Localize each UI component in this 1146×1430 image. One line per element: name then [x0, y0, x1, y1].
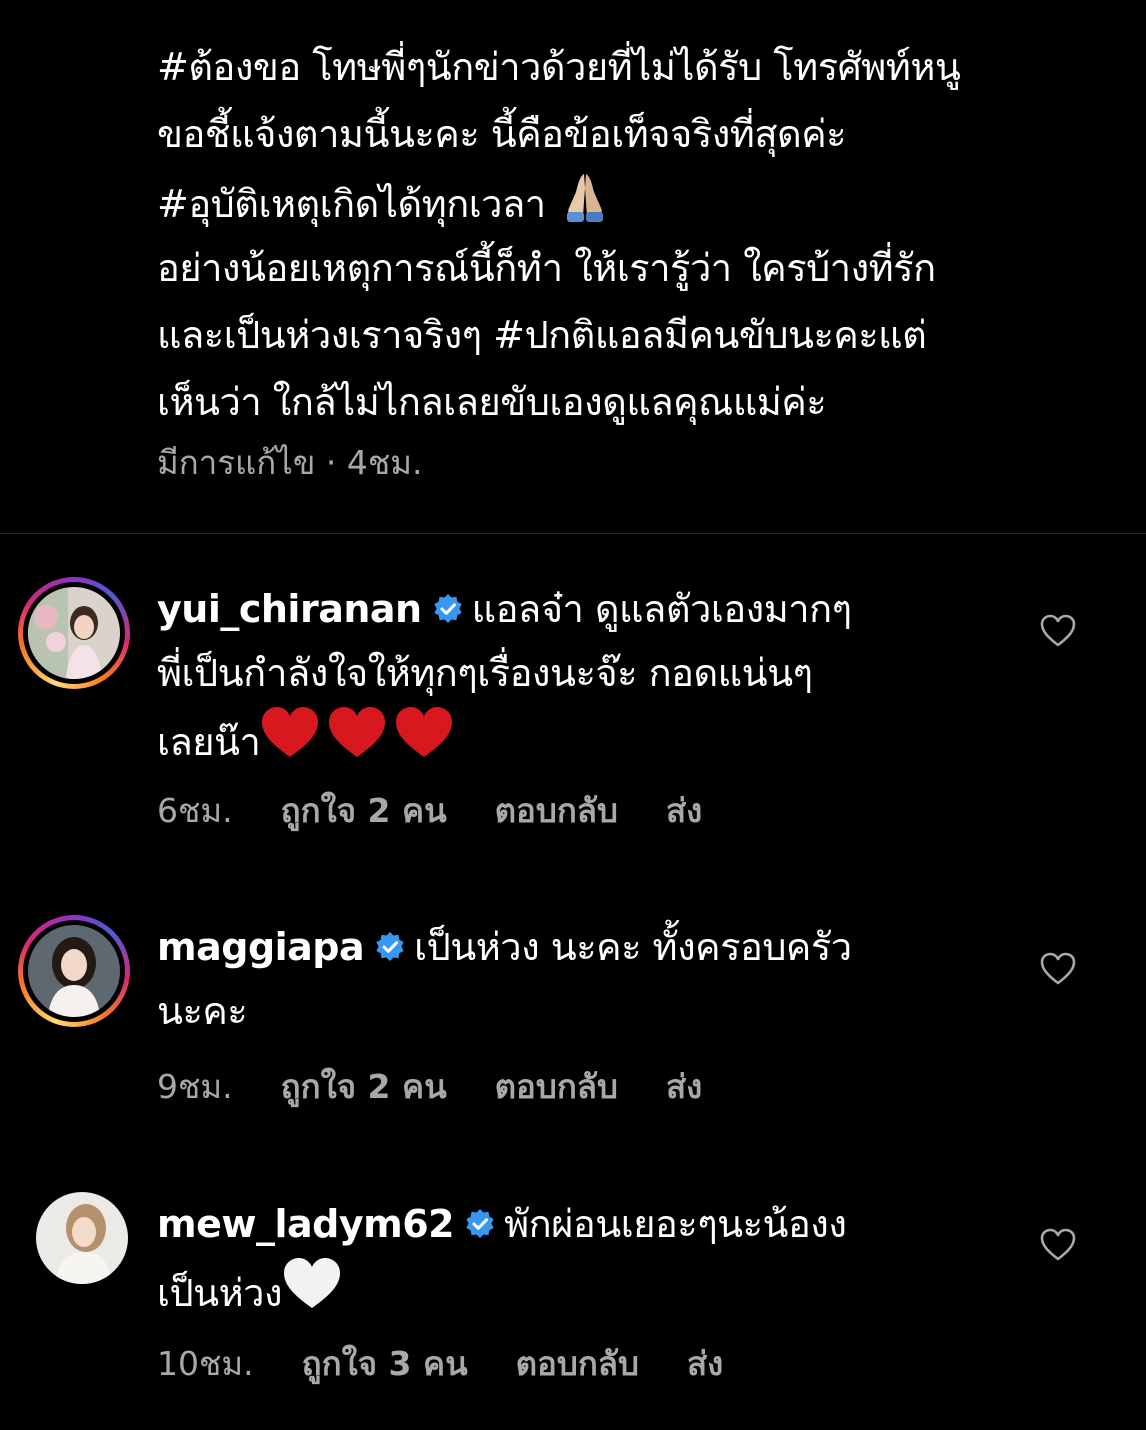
- caption-line-2: ขอชี้แจ้งตามนี้นะคะ นี้คือข้อเท็จจริงที่…: [157, 112, 847, 156]
- caption-line-5: และเป็นห่วงเราจริงๆ #ปกติแอลมีคนขับนะคะแ…: [157, 313, 927, 357]
- comment-time: 6ชม.: [157, 791, 233, 830]
- comment-text: เป็นห่วง นะคะ ทั้งครอบครัว: [414, 925, 852, 969]
- caption-line-4: อย่างน้อยเหตุการณ์นี้ก็ทำ ให้เรารู้ว่า ใ…: [157, 246, 936, 290]
- comment-mew-ladym62: mew_ladym62 พักผ่อนเยอะๆนะน้องง เป็นห่วง: [157, 1192, 977, 1320]
- avatar-maggiapa[interactable]: [18, 915, 130, 1027]
- comment-username[interactable]: maggiapa: [157, 925, 365, 969]
- comment-username[interactable]: yui_chiranan: [157, 587, 422, 631]
- send-button[interactable]: ส่ง: [687, 1337, 723, 1390]
- comment-likes[interactable]: ถูกใจ 3 คน: [302, 1337, 468, 1390]
- comment-text-line-1: yui_chiranan แอลจ๋า ดูแลตัวเองมากๆ: [157, 577, 977, 641]
- avatar-yui-chiranan[interactable]: [18, 577, 130, 689]
- reply-button[interactable]: ตอบกลับ: [516, 1337, 639, 1390]
- verified-badge-icon: [374, 918, 406, 982]
- comment-likes[interactable]: ถูกใจ 2 คน: [281, 784, 447, 837]
- caption-line-6: เห็นว่า ใกล้ไม่ไกลเลยขับเองดูแลคุณแม่ค่ะ: [157, 380, 827, 424]
- comment-text-line-3: เลยน๊า: [157, 705, 977, 769]
- like-heart-icon[interactable]: [1040, 952, 1076, 986]
- comment-yui-chiranan: yui_chiranan แอลจ๋า ดูแลตัวเองมากๆ พี่เป็…: [157, 577, 977, 769]
- comment-meta-row: 10ชม. ถูกใจ 3 คน ตอบกลับ ส่ง: [157, 1337, 771, 1390]
- comment-time: 10ชม.: [157, 1344, 254, 1383]
- comment-text-line-2: นะคะ: [157, 989, 248, 1033]
- comment-meta-row: 9ชม. ถูกใจ 2 คน ตอบกลับ ส่ง: [157, 1060, 750, 1113]
- post-caption: #ต้องขอ โทษพี่ๆนักข่าวด้วยที่ไม่ได้รับ โ…: [157, 34, 1107, 436]
- red-heart-icon: [260, 705, 460, 780]
- comment-text-line-1: maggiapa เป็นห่วง นะคะ ทั้งครอบครัว: [157, 915, 977, 979]
- verified-badge-icon: [432, 580, 464, 644]
- comment-text-line-2: พี่เป็นกำลังใจให้ทุกๆเรื่องนะจ๊ะ กอดแน่น…: [157, 651, 813, 695]
- caption-meta: มีการแก้ไข · 4ชม.: [157, 443, 423, 482]
- comment-text-line-2: เป็นห่วง: [157, 1256, 977, 1320]
- white-heart-icon: [282, 1256, 342, 1331]
- caption-line-3: #อุบัติเหตุเกิดได้ทุกเวลา: [157, 168, 1107, 235]
- send-button[interactable]: ส่ง: [666, 1060, 702, 1113]
- comment-text: แอลจ๋า ดูแลตัวเองมากๆ: [471, 587, 852, 631]
- comment-text-end: เลยน๊า: [157, 720, 261, 764]
- comment-time: 9ชม.: [157, 1067, 233, 1106]
- folded-hands-icon: [557, 168, 613, 245]
- comment-maggiapa: maggiapa เป็นห่วง นะคะ ทั้งครอบครัว นะคะ: [157, 915, 977, 1043]
- caption-hashtag[interactable]: #อุบัติเหตุเกิดได้ทุกเวลา: [157, 182, 546, 226]
- comment-username[interactable]: mew_ladym62: [157, 1202, 455, 1246]
- comment-text-end: เป็นห่วง: [157, 1271, 283, 1315]
- verified-badge-icon: [464, 1195, 496, 1259]
- like-heart-icon[interactable]: [1040, 614, 1076, 648]
- like-heart-icon[interactable]: [1040, 1228, 1076, 1262]
- caption-line-1: #ต้องขอ โทษพี่ๆนักข่าวด้วยที่ไม่ได้รับ โ…: [157, 45, 961, 89]
- comment-text-line-1: mew_ladym62 พักผ่อนเยอะๆนะน้องง: [157, 1192, 977, 1256]
- send-button[interactable]: ส่ง: [666, 784, 702, 837]
- comment-likes[interactable]: ถูกใจ 2 คน: [281, 1060, 447, 1113]
- comment-text: พักผ่อนเยอะๆนะน้องง: [504, 1202, 847, 1246]
- reply-button[interactable]: ตอบกลับ: [495, 784, 618, 837]
- divider: [0, 533, 1146, 534]
- comment-meta-row: 6ชม. ถูกใจ 2 คน ตอบกลับ ส่ง: [157, 784, 750, 837]
- reply-button[interactable]: ตอบกลับ: [495, 1060, 618, 1113]
- avatar-mew-ladym62[interactable]: [36, 1192, 128, 1284]
